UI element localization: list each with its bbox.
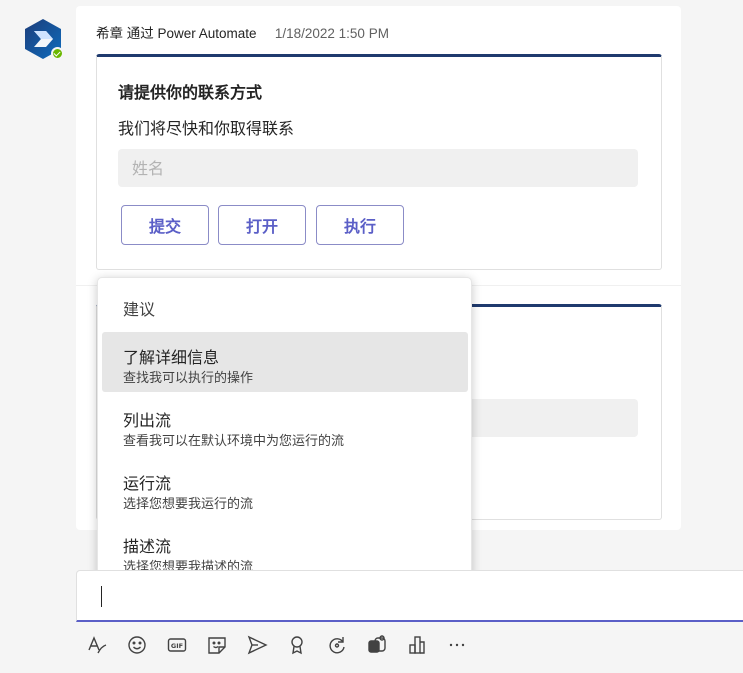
presence-available-icon: [51, 47, 64, 60]
text-caret: [101, 586, 102, 607]
suggestion-desc: 查找我可以执行的操作: [123, 371, 254, 386]
message-input[interactable]: [91, 583, 691, 609]
suggestion-desc: 选择您想要我运行的流: [123, 497, 254, 512]
suggestions-header: 建议: [123, 300, 156, 319]
sender-name: 希章 通过 Power Automate: [96, 26, 257, 41]
suggestion-title: 列出流: [123, 411, 172, 430]
send-icon[interactable]: [244, 632, 270, 658]
suggestion-item-run-flow[interactable]: 运行流 选择您想要我运行的流: [102, 458, 468, 518]
name-input[interactable]: [118, 149, 638, 187]
message-timestamp: 1/18/2022 1:50 PM: [274, 26, 389, 41]
praise-icon[interactable]: [284, 632, 310, 658]
submit-button[interactable]: 提交: [121, 205, 209, 245]
format-icon[interactable]: [84, 632, 110, 658]
bot-avatar[interactable]: [22, 18, 64, 60]
execute-button[interactable]: 执行: [316, 205, 404, 245]
suggestion-desc: 查看我可以在默认环境中为您运行的流: [123, 434, 345, 449]
emoji-icon[interactable]: [124, 632, 150, 658]
suggestions-popup: 建议 了解详细信息 查找我可以执行的操作 列出流 查看我可以在默认环境中为您运行…: [97, 277, 472, 585]
more-icon[interactable]: [444, 632, 470, 658]
compose-box[interactable]: [76, 570, 743, 622]
suggestion-title: 运行流: [123, 474, 172, 493]
suggestion-title: 描述流: [123, 537, 172, 556]
suggestion-item-list-flows[interactable]: 列出流 查看我可以在默认环境中为您运行的流: [102, 395, 468, 455]
suggestion-item-learn-more[interactable]: 了解详细信息 查找我可以执行的操作: [102, 332, 468, 392]
suggestion-title: 了解详细信息: [123, 348, 220, 367]
card-title: 请提供你的联系方式: [118, 83, 263, 102]
card-subtitle: 我们将尽快和你取得联系: [118, 119, 295, 138]
gif-icon[interactable]: GIF: [164, 632, 190, 658]
adaptive-card-contact: 请提供你的联系方式 我们将尽快和你取得联系 提交 打开 执行: [96, 54, 662, 270]
message-header: 希章 通过 Power Automate 1/18/2022 1:50 PM: [96, 22, 389, 42]
loop-icon[interactable]: [324, 632, 350, 658]
teams-app-icon[interactable]: [364, 632, 390, 658]
more-apps-icon[interactable]: [404, 632, 430, 658]
open-button[interactable]: 打开: [218, 205, 306, 245]
svg-text:GIF: GIF: [171, 642, 183, 650]
sticker-icon[interactable]: [204, 632, 230, 658]
